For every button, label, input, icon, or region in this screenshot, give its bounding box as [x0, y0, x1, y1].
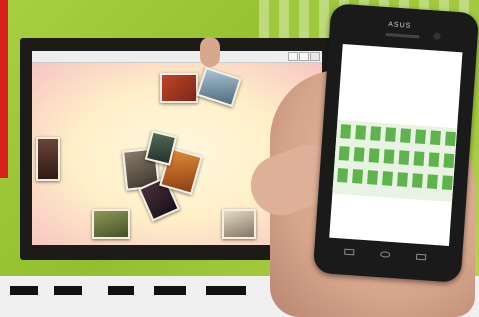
phone-screen-tile	[370, 126, 382, 141]
phone-screen-tile	[411, 173, 423, 188]
phone-screen-tile	[383, 149, 395, 164]
phone-screen-tile	[429, 130, 441, 146]
red-accent-bar	[0, 0, 8, 178]
phone-speaker	[385, 33, 420, 39]
minimize-icon[interactable]	[288, 52, 298, 61]
phone-camera-icon	[433, 32, 441, 40]
back-button-icon[interactable]	[344, 248, 355, 256]
phone-screen-tile	[428, 152, 440, 168]
photo-flowers-top[interactable]	[160, 73, 198, 103]
close-icon[interactable]	[310, 52, 320, 61]
phone-screen-tile	[368, 148, 380, 163]
dash-mark	[154, 286, 186, 295]
phone-screen-tile	[441, 175, 453, 191]
dash-mark	[10, 286, 38, 295]
photo-wood-left[interactable]	[36, 137, 60, 181]
smartphone[interactable]: ASUS	[312, 3, 479, 283]
photo-scene: ASUS	[0, 0, 479, 317]
dash-mark	[206, 286, 246, 295]
photo-white-flowers[interactable]	[222, 209, 256, 239]
window-titlebar	[32, 51, 322, 63]
phone-screen-tile	[338, 146, 350, 161]
phone-screen-tile	[337, 168, 349, 183]
phone-screen-tile	[355, 125, 367, 140]
photo-sky-top[interactable]	[196, 66, 242, 108]
phone-screen-tile	[413, 151, 425, 166]
phone-screen-tile	[396, 172, 408, 187]
pointing-finger	[200, 37, 220, 67]
phone-screen-tile	[426, 174, 438, 189]
photo-garden-bottom[interactable]	[92, 209, 130, 239]
tile-grid	[337, 44, 463, 191]
phone-screen-tile	[340, 124, 352, 139]
phone-screen-tile	[415, 129, 426, 145]
home-button-icon[interactable]	[379, 251, 391, 258]
phone-screen-tile	[398, 150, 410, 165]
phone-screen-tile	[400, 128, 412, 143]
phone-screen-tile	[444, 131, 456, 147]
dash-mark	[108, 286, 134, 295]
phone-brand-logo: ASUS	[387, 21, 412, 30]
recent-apps-icon[interactable]	[415, 253, 427, 261]
phone-screen-tile	[443, 153, 455, 169]
phone-screen-tile	[367, 170, 379, 185]
phone-screen-tile	[353, 147, 365, 162]
maximize-icon[interactable]	[299, 52, 309, 61]
phone-screen-tile	[385, 127, 397, 142]
phone-screen-tile	[352, 169, 364, 184]
phone-screen[interactable]	[329, 44, 463, 246]
dash-mark	[54, 286, 82, 295]
phone-screen-tile	[382, 171, 393, 186]
